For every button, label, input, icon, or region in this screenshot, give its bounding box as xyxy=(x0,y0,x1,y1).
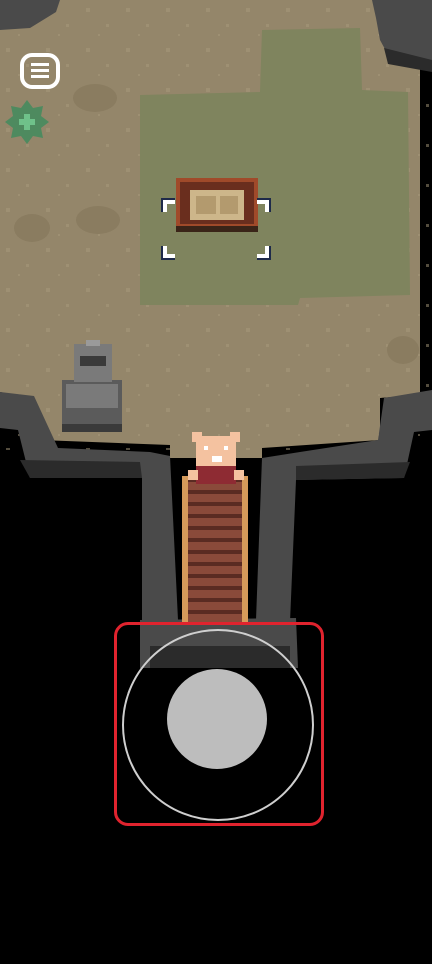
joystick-knob[interactable] xyxy=(167,669,267,769)
wooden-bridge xyxy=(182,476,248,624)
player-character xyxy=(188,432,244,484)
selection-brackets-icon xyxy=(161,198,271,260)
add-button[interactable] xyxy=(5,100,49,144)
menu-button[interactable] xyxy=(19,52,61,90)
hamburger-menu-icon xyxy=(20,53,60,89)
virtual-joystick[interactable] xyxy=(114,622,324,826)
plus-icon xyxy=(5,100,49,144)
target-selection-frame xyxy=(161,198,271,260)
